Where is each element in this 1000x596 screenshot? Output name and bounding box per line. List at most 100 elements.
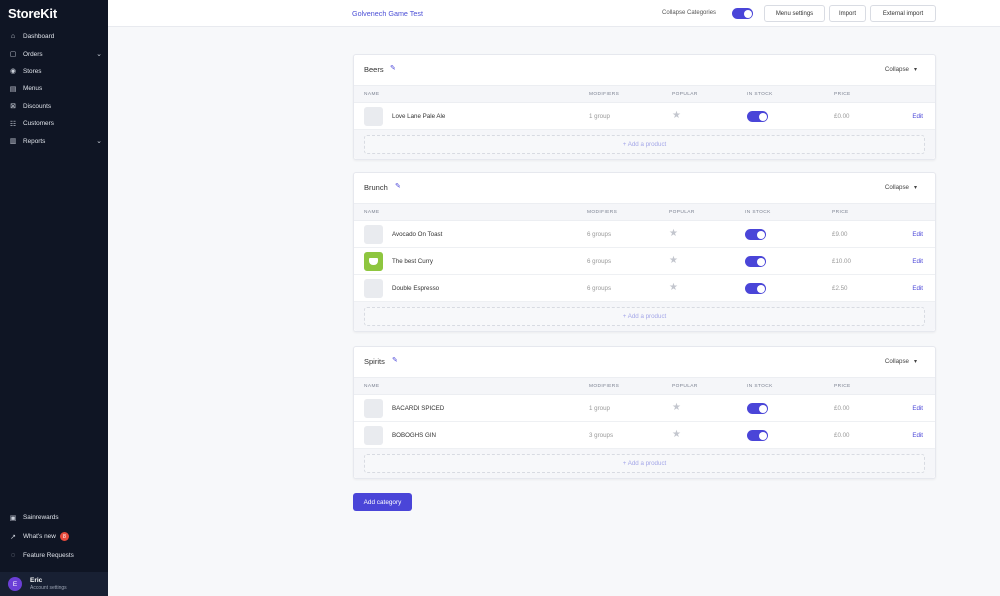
edit-link[interactable]: Edit bbox=[912, 113, 923, 120]
edit-link[interactable]: Edit bbox=[912, 432, 923, 439]
sidebar-item-feature-requests[interactable]: ◌ Feature Requests bbox=[0, 546, 108, 565]
product-name: Double Espresso bbox=[392, 285, 440, 292]
col-modifiers: MODIFIERS bbox=[589, 384, 620, 389]
sidebar: StoreKit ⌂ Dashboard ▢ Orders ⌄ ◉ Stores… bbox=[0, 0, 108, 596]
product-modifiers: 3 groups bbox=[589, 432, 614, 439]
product-modifiers: 1 group bbox=[589, 113, 610, 120]
category-name: Spirits bbox=[364, 357, 385, 366]
edit-link[interactable]: Edit bbox=[912, 405, 923, 412]
table-row[interactable]: BACARDI SPICED 1 group ★ £0.00 Edit bbox=[354, 395, 935, 422]
col-popular: POPULAR bbox=[672, 92, 698, 97]
star-icon[interactable]: ★ bbox=[672, 110, 681, 121]
sidebar-item-customers[interactable]: ☷ Customers bbox=[0, 115, 108, 132]
category-card-spirits: Spirits ✎ Collapse ▾ NAME MODIFIERS POPUL… bbox=[353, 346, 936, 479]
product-image bbox=[364, 252, 383, 271]
in-stock-toggle[interactable] bbox=[747, 111, 768, 122]
external-import-button[interactable]: External import bbox=[870, 5, 936, 22]
category-collapse-button[interactable]: Collapse ▾ bbox=[885, 358, 917, 365]
collapse-categories-label: Collapse Categories bbox=[662, 10, 717, 16]
sidebar-item-orders[interactable]: ▢ Orders ⌄ bbox=[0, 45, 108, 62]
table-row[interactable]: Avocado On Toast 6 groups ★ £9.00 Edit bbox=[354, 221, 935, 248]
product-modifiers: 1 group bbox=[589, 405, 610, 412]
category-collapse-button[interactable]: Collapse ▾ bbox=[885, 66, 917, 73]
category-card-brunch: Brunch ✎ Collapse ▾ NAME MODIFIERS POPULA… bbox=[353, 172, 936, 332]
table-row[interactable]: Love Lane Pale Ale 1 group ★ £0.00 Edit bbox=[354, 103, 935, 130]
in-stock-toggle[interactable] bbox=[745, 256, 766, 267]
category-header: Beers ✎ Collapse ▾ bbox=[354, 55, 935, 85]
product-image-placeholder bbox=[364, 426, 383, 445]
product-price: £0.00 bbox=[834, 113, 850, 120]
star-icon[interactable]: ★ bbox=[672, 402, 681, 413]
col-popular: POPULAR bbox=[672, 384, 698, 389]
category-name: Beers bbox=[364, 65, 384, 74]
chat-icon: ◌ bbox=[10, 552, 16, 559]
account-settings-link: Account settings bbox=[30, 585, 67, 591]
star-icon[interactable]: ★ bbox=[669, 228, 678, 239]
product-price: £0.00 bbox=[834, 405, 850, 412]
col-popular: POPULAR bbox=[669, 210, 695, 215]
sidebar-item-label: Customers bbox=[23, 120, 54, 128]
in-stock-toggle[interactable] bbox=[745, 229, 766, 240]
chevron-down-icon: ⌄ bbox=[96, 138, 102, 146]
user-account[interactable]: E Eric Account settings bbox=[0, 572, 108, 596]
product-name: Avocado On Toast bbox=[392, 231, 443, 238]
pencil-icon[interactable]: ✎ bbox=[392, 356, 398, 364]
add-product-area: + Add a product bbox=[354, 130, 935, 159]
table-header: NAME MODIFIERS POPULAR IN STOCK PRICE bbox=[354, 377, 935, 395]
product-price: £2.50 bbox=[832, 285, 848, 292]
sidebar-item-sainrewards[interactable]: ▣ Sainrewards bbox=[0, 508, 108, 527]
edit-link[interactable]: Edit bbox=[912, 258, 923, 265]
in-stock-toggle[interactable] bbox=[745, 283, 766, 294]
col-name: NAME bbox=[364, 384, 380, 389]
sidebar-item-dashboard[interactable]: ⌂ Dashboard bbox=[0, 28, 108, 45]
product-name: BACARDI SPICED bbox=[392, 405, 445, 412]
sidebar-item-label: What's new bbox=[23, 533, 56, 540]
top-bar: Golvenech Game Test Collapse Categories … bbox=[108, 0, 1000, 27]
col-price: PRICE bbox=[832, 210, 849, 215]
col-in-stock: IN STOCK bbox=[745, 210, 771, 215]
edit-link[interactable]: Edit bbox=[912, 231, 923, 238]
store-title[interactable]: Golvenech Game Test bbox=[352, 9, 423, 18]
collapse-label: Collapse bbox=[884, 358, 909, 365]
table-header: NAME MODIFIERS POPULAR IN STOCK PRICE bbox=[354, 203, 935, 221]
table-row[interactable]: BOBOGHS GIN 3 groups ★ £0.00 Edit bbox=[354, 422, 935, 449]
category-collapse-button[interactable]: Collapse ▾ bbox=[885, 184, 917, 191]
collapse-categories-toggle[interactable] bbox=[732, 8, 753, 19]
product-image-placeholder bbox=[364, 399, 383, 418]
pencil-icon[interactable]: ✎ bbox=[395, 182, 401, 190]
pencil-icon[interactable]: ✎ bbox=[390, 64, 396, 72]
pin-icon: ◉ bbox=[9, 68, 17, 76]
sidebar-item-stores[interactable]: ◉ Stores bbox=[0, 63, 108, 80]
sidebar-item-label: Stores bbox=[23, 67, 42, 75]
edit-link[interactable]: Edit bbox=[912, 285, 923, 292]
star-icon[interactable]: ★ bbox=[669, 255, 678, 266]
add-product-button[interactable]: + Add a product bbox=[364, 135, 925, 154]
product-name: Love Lane Pale Ale bbox=[392, 113, 446, 120]
table-row[interactable]: The best Curry 6 groups ★ £10.00 Edit bbox=[354, 248, 935, 275]
product-image-placeholder bbox=[364, 279, 383, 298]
product-name: The best Curry bbox=[392, 258, 433, 265]
star-icon[interactable]: ★ bbox=[669, 282, 678, 293]
sidebar-item-label: Reports bbox=[23, 137, 46, 145]
collapse-label: Collapse bbox=[884, 66, 909, 73]
sidebar-item-reports[interactable]: ▥ Reports ⌄ bbox=[0, 132, 108, 149]
add-category-button[interactable]: Add category bbox=[353, 493, 412, 511]
add-product-button[interactable]: + Add a product bbox=[364, 454, 925, 473]
sidebar-item-discounts[interactable]: ⊠ Discounts bbox=[0, 98, 108, 115]
category-name: Brunch bbox=[364, 183, 388, 192]
sidebar-item-menus[interactable]: ▤ Menus bbox=[0, 80, 108, 97]
sidebar-item-whats-new[interactable]: ↗ What's new 8 bbox=[0, 527, 108, 546]
product-modifiers: 6 groups bbox=[587, 258, 612, 265]
star-icon[interactable]: ★ bbox=[672, 429, 681, 440]
product-price: £10.00 bbox=[832, 258, 851, 265]
product-modifiers: 6 groups bbox=[587, 285, 612, 292]
in-stock-toggle[interactable] bbox=[747, 403, 768, 414]
add-product-button[interactable]: + Add a product bbox=[364, 307, 925, 326]
tag-icon: ⊠ bbox=[10, 103, 16, 111]
menu-settings-button[interactable]: Menu settings bbox=[764, 5, 825, 22]
in-stock-toggle[interactable] bbox=[747, 430, 768, 441]
table-row[interactable]: Double Espresso 6 groups ★ £2.50 Edit bbox=[354, 275, 935, 302]
product-modifiers: 6 groups bbox=[587, 231, 612, 238]
orders-icon: ▢ bbox=[9, 51, 17, 59]
import-button[interactable]: Import bbox=[829, 5, 866, 22]
